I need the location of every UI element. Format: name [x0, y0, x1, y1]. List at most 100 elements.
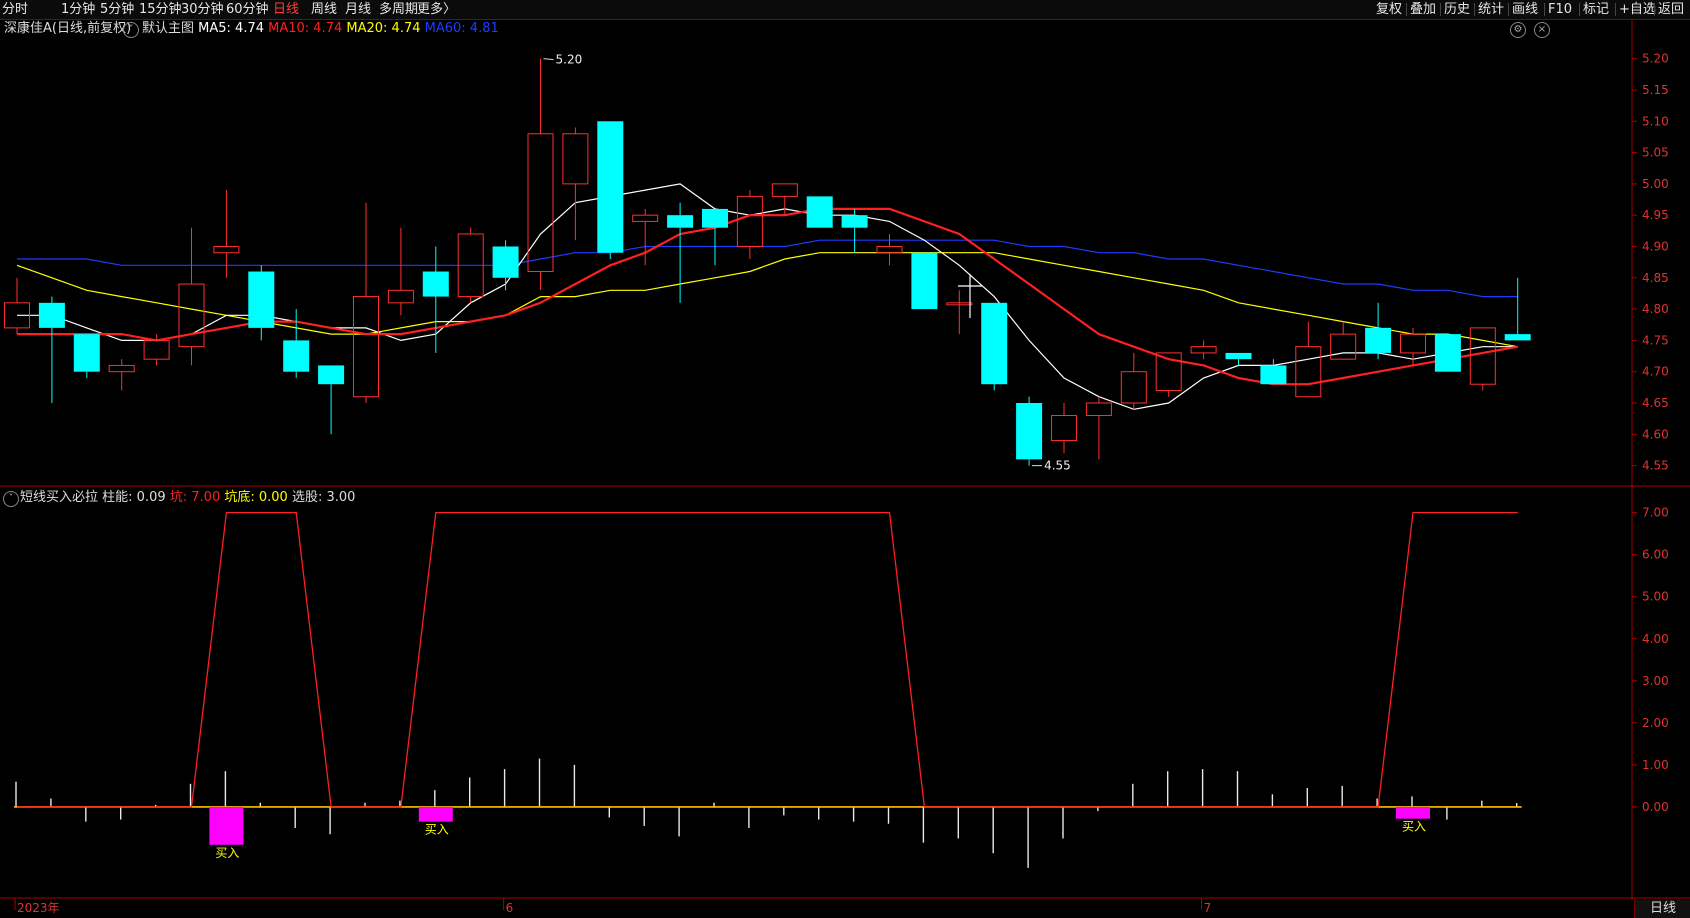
moving-average-lines: [16, 183, 1518, 410]
candle: [911, 252, 938, 310]
candle-body: [876, 245, 903, 254]
price-tick-label: 5.05: [1642, 146, 1669, 160]
candle: [1085, 396, 1112, 460]
candle: [1365, 302, 1392, 360]
buy-signal-bar: [418, 806, 453, 822]
candle: [1016, 396, 1043, 466]
candle-body: [73, 334, 100, 372]
candle: [213, 190, 240, 278]
candle: [1330, 321, 1357, 360]
kline-chart-area[interactable]: 5.204.55 买入买入 买入 5.205.155.105.055.004.95…: [0, 0, 1690, 918]
candle-body: [318, 365, 345, 385]
price-tick-label: 4.95: [1642, 208, 1669, 222]
candle-body: [283, 340, 310, 372]
candle-body: [213, 245, 240, 254]
period-label-tab[interactable]: 日线: [1634, 900, 1690, 918]
candle: [1190, 340, 1217, 360]
candle: [702, 208, 728, 266]
indicator-tick-label: 7.00: [1642, 506, 1669, 520]
pit-line: [17, 511, 1518, 808]
candle: [1120, 352, 1147, 410]
indicator-tick-label: 4.00: [1642, 632, 1669, 646]
candle-body: [841, 215, 868, 228]
price-tick-label: 4.80: [1642, 302, 1669, 316]
candle-body: [108, 364, 135, 373]
candle: [1260, 359, 1287, 385]
candle: [422, 246, 449, 353]
candle: [527, 58, 554, 291]
candle-body: [597, 121, 624, 253]
candle: [1504, 277, 1531, 341]
candle-body: [1469, 327, 1496, 385]
candle-body: [1504, 334, 1531, 341]
candlesticks: 5.20 4.55: [4, 53, 1531, 473]
buy-signal-bar: [209, 806, 244, 845]
candle-body: [1190, 346, 1217, 354]
candle-body: [178, 283, 205, 348]
ma60-line: [17, 239, 1518, 298]
candle-body: [143, 339, 170, 360]
candle-body: [1051, 415, 1077, 442]
candle: [1434, 334, 1461, 372]
indicator-panel: 买入买入 买入: [14, 511, 1522, 868]
candle: [178, 227, 205, 366]
candle-body: [1225, 352, 1252, 360]
price-axis: 5.20 5.15 5.10 5.05 5.00 4.95 4.90 4.85 4.80 4.75…: [14, 52, 1669, 915]
extreme-price-label: 4.55: [1044, 459, 1071, 473]
candle-body: [1330, 333, 1357, 360]
candle: [1051, 403, 1077, 454]
price-tick-label: 5.15: [1642, 83, 1669, 97]
buy-signal-bar: [1396, 806, 1430, 819]
candle-body: [422, 271, 449, 297]
price-tick-label: 4.90: [1642, 239, 1669, 253]
price-tick-label: 4.75: [1642, 333, 1669, 347]
candle: [562, 127, 589, 241]
buy-signal-label: 买入: [215, 846, 239, 860]
price-tick-label: 5.10: [1642, 114, 1669, 128]
price-tick-label: 4.70: [1642, 365, 1669, 379]
ma5-line: [17, 183, 1518, 410]
date-label: 2023年: [17, 901, 60, 915]
indicator-tick-label: 1.00: [1642, 758, 1669, 772]
candle-body: [353, 296, 379, 398]
indicator-tick-label: 3.00: [1642, 674, 1669, 688]
candle-body: [562, 133, 589, 185]
candle: [667, 202, 694, 303]
buy-signal-label: 买入: [1402, 820, 1426, 834]
candle-body: [387, 289, 414, 304]
candle-body: [1295, 346, 1322, 398]
candle: [1469, 327, 1496, 391]
candle-body: [1260, 365, 1287, 385]
candle-body: [1120, 371, 1147, 404]
ma20-line: [16, 252, 1518, 348]
candle-body: [736, 195, 763, 247]
ma10-line: [17, 207, 1518, 386]
candle: [597, 121, 624, 259]
candle-body: [527, 133, 554, 273]
price-tick-label: 4.85: [1642, 271, 1669, 285]
candle: [318, 365, 345, 435]
candle: [806, 196, 833, 228]
candle-body: [1400, 333, 1426, 354]
candle-body: [667, 215, 694, 228]
chart-frame: [0, 20, 1690, 900]
indicator-tick-label: 6.00: [1642, 548, 1669, 562]
candle-body: [981, 302, 1008, 385]
candle: [38, 296, 65, 403]
price-tick-label: 4.65: [1642, 396, 1669, 410]
price-tick-label: 4.60: [1642, 427, 1669, 441]
candle: [736, 190, 763, 259]
candle: [387, 227, 414, 316]
price-tick-label: 5.00: [1642, 177, 1669, 191]
candle: [248, 265, 275, 341]
indicator-tick-label: 5.00: [1642, 590, 1669, 604]
extreme-price-label: 5.20: [556, 53, 583, 67]
candle-body: [911, 252, 938, 310]
candle-body: [38, 302, 65, 328]
candle-body: [248, 271, 275, 328]
candle: [841, 208, 868, 253]
candle-body: [806, 196, 833, 228]
extreme-marker-line: [543, 58, 554, 61]
date-label: 7: [1204, 901, 1212, 915]
candle: [981, 302, 1008, 391]
